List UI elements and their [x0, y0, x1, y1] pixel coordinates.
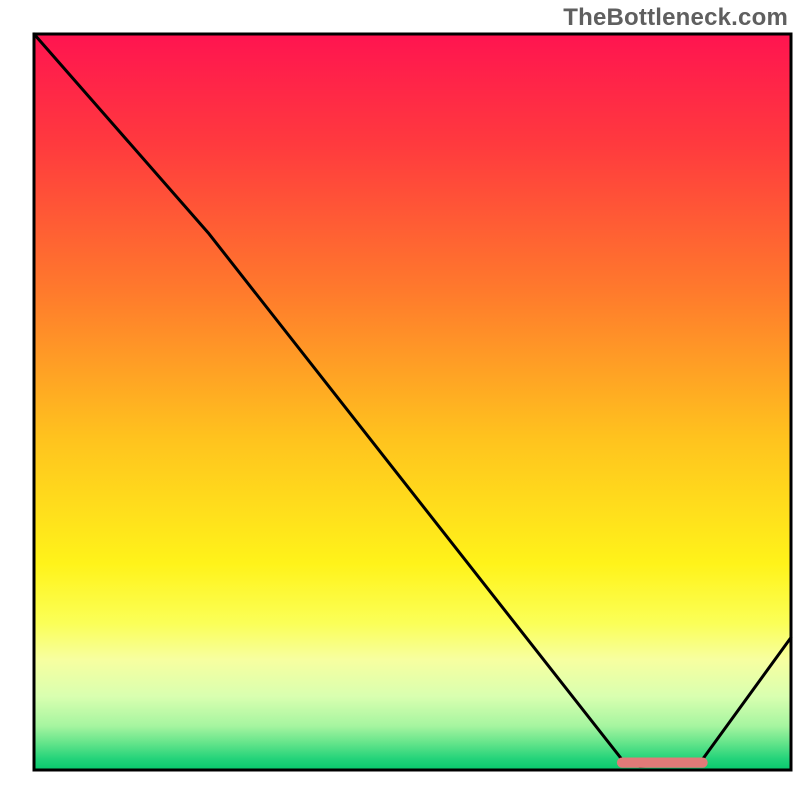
flat-region-marker: [617, 757, 708, 767]
chart-container: TheBottleneck.com: [0, 0, 800, 800]
chart-background: [34, 34, 791, 770]
plot-area: [34, 34, 791, 770]
chart-svg: [0, 0, 800, 800]
watermark-text: TheBottleneck.com: [563, 4, 788, 32]
